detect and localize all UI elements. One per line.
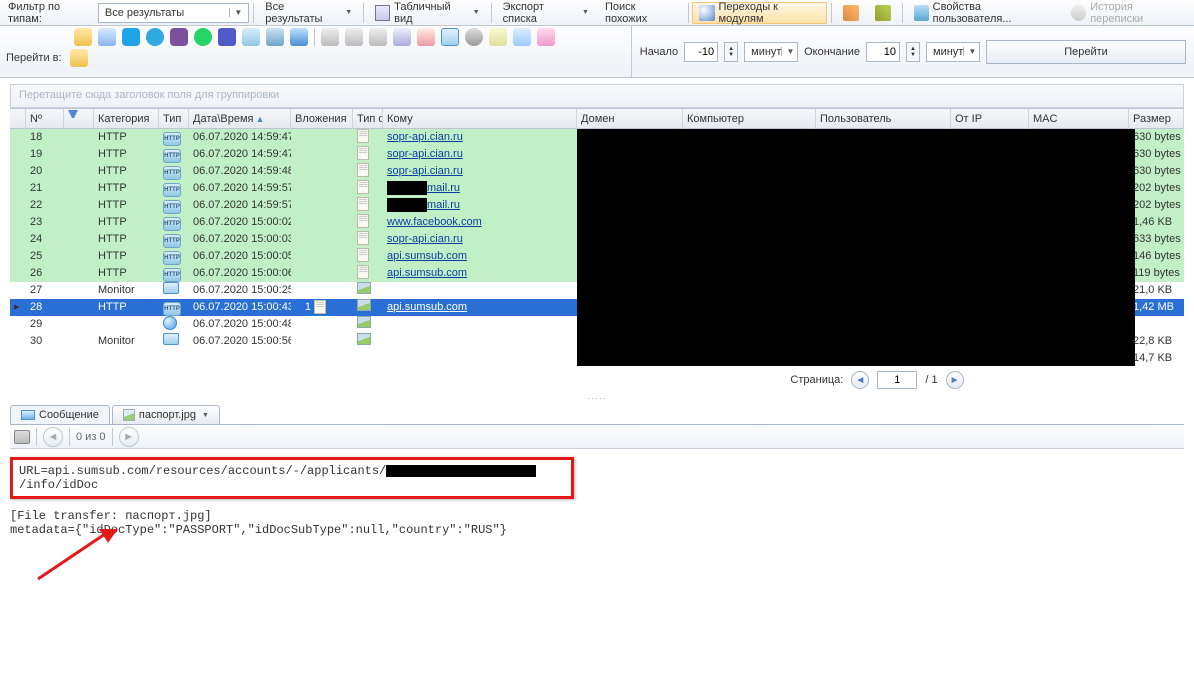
modules-icon: [699, 5, 714, 21]
live-icon[interactable]: [537, 28, 555, 46]
col-category[interactable]: Категория: [94, 109, 159, 129]
keylogger-icon[interactable]: [417, 28, 435, 46]
group-bar[interactable]: Перетащите сюда заголовок поля для групп…: [10, 84, 1184, 108]
picture-icon: [123, 409, 135, 421]
webcam-icon[interactable]: [465, 28, 483, 46]
next-page-button[interactable]: ►: [946, 371, 964, 389]
whatsapp-icon[interactable]: [194, 28, 212, 46]
export-list-button[interactable]: Экспорт списка▼: [496, 2, 596, 24]
ftp-icon[interactable]: [266, 28, 284, 46]
data-grid: Nº Категория Тип Дата\Время▲ Вложения Ти…: [10, 108, 1184, 367]
secondary-toolbar: Перейти в: Начало ▲▼ минут▼ Окончание ▲▼…: [0, 26, 1194, 78]
grid-body: 18HTTPHTTP06.07.2020 14:59:47sopr-api.ci…: [10, 129, 1184, 367]
all-results-button[interactable]: Все результаты▼: [258, 2, 359, 24]
col-pin[interactable]: [64, 109, 94, 129]
pin-icon: [68, 110, 78, 122]
skype-icon[interactable]: [122, 28, 140, 46]
start-unit-combo[interactable]: минут▼: [744, 42, 798, 62]
col-size[interactable]: Размер: [1129, 109, 1184, 129]
col-filetype[interactable]: Тип фа: [353, 109, 383, 129]
col-attachments[interactable]: Вложения: [291, 109, 353, 129]
grid-icon: [375, 5, 390, 21]
userlink-icon: [875, 5, 891, 21]
col-type[interactable]: Тип: [159, 109, 189, 129]
nav-back-button[interactable]: ◄: [43, 427, 63, 447]
end-spinner[interactable]: ▲▼: [906, 42, 920, 62]
time-range: Начало ▲▼ минут▼ Окончание ▲▼ минут▼ Пер…: [631, 26, 1194, 77]
module-icons: [6, 28, 625, 46]
user-links-b[interactable]: [868, 2, 898, 24]
detail-toolbar: ◄ 0 из 0 ►: [10, 425, 1184, 449]
start-label: Начало: [640, 46, 678, 58]
col-num[interactable]: Nº: [26, 109, 64, 129]
sort-asc-icon: ▲: [256, 114, 265, 124]
clipboard-icon[interactable]: [393, 28, 411, 46]
grid-header: Nº Категория Тип Дата\Время▲ Вложения Ти…: [10, 109, 1184, 129]
col-mac[interactable]: MAC: [1029, 109, 1129, 129]
url-suffix: /info/idDoc: [19, 478, 98, 492]
go-button[interactable]: Перейти: [986, 40, 1186, 64]
usb-icon[interactable]: [321, 28, 339, 46]
tab-file[interactable]: паспорт.jpg▼: [112, 405, 220, 424]
devices-icon[interactable]: [345, 28, 363, 46]
col-datetime[interactable]: Дата\Время▲: [189, 109, 291, 129]
viber-icon[interactable]: [170, 28, 188, 46]
goto-modules-button[interactable]: Переходы к модулям: [692, 2, 826, 24]
user-icon: [914, 5, 929, 21]
col-domain[interactable]: Домен: [577, 109, 683, 129]
end-value-input[interactable]: [866, 42, 900, 62]
print-button[interactable]: [14, 430, 30, 444]
history-icon: [1071, 5, 1086, 21]
end-label: Окончание: [804, 46, 860, 58]
col-computer[interactable]: Компьютер: [683, 109, 816, 129]
print-icon[interactable]: [369, 28, 387, 46]
filter-label: Фильтр по типам:: [4, 1, 96, 25]
col-fromip[interactable]: От IP: [951, 109, 1029, 129]
annotation-arrow: [28, 529, 128, 589]
table-view-button[interactable]: Табличный вид▼: [368, 2, 487, 24]
mail-icon[interactable]: [74, 28, 92, 46]
monitor-icon[interactable]: [441, 28, 459, 46]
pager-label: Страница:: [790, 374, 843, 386]
message-icon: [21, 410, 35, 420]
main-toolbar: Фильтр по типам: Все результаты ▼ Все ре…: [0, 0, 1194, 26]
col-user[interactable]: Пользователь: [816, 109, 951, 129]
user-links-a[interactable]: [836, 2, 866, 24]
userlink-icon: [843, 5, 859, 21]
chevron-down-icon: ▼: [229, 8, 246, 17]
splitter[interactable]: ·····: [0, 393, 1194, 401]
start-spinner[interactable]: ▲▼: [724, 42, 738, 62]
result-count: 0 из 0: [76, 431, 106, 443]
detail-tabs: Сообщение паспорт.jpg▼: [10, 405, 1184, 425]
tab-message[interactable]: Сообщение: [10, 405, 110, 424]
col-to[interactable]: Кому: [383, 109, 577, 129]
metadata-line: metadata={"idDocType":"PASSPORT","idDocS…: [10, 523, 1184, 537]
user-properties-button[interactable]: Свойства пользователя...: [907, 2, 1063, 24]
cloud-icon[interactable]: [290, 28, 308, 46]
page-input[interactable]: [877, 371, 917, 389]
pager: Страница: ◄ / 1 ►: [10, 367, 1184, 393]
goto-label: Перейти в:: [6, 52, 62, 64]
start-value-input[interactable]: [684, 42, 718, 62]
goto-target-icon[interactable]: [70, 49, 88, 67]
http-icon[interactable]: [242, 28, 260, 46]
detail-content: URL=api.sumsub.com/resources/accounts/-/…: [0, 449, 1194, 545]
teams-icon[interactable]: [218, 28, 236, 46]
url-prefix: URL=api.sumsub.com/resources/accounts/-/…: [19, 464, 386, 478]
redacted-segment: [386, 465, 536, 477]
url-highlight-box: URL=api.sumsub.com/resources/accounts/-/…: [10, 457, 574, 499]
search-icon[interactable]: [513, 28, 531, 46]
im-icon[interactable]: [98, 28, 116, 46]
history-button: История переписки: [1064, 2, 1190, 24]
prev-page-button[interactable]: ◄: [851, 371, 869, 389]
files-icon[interactable]: [489, 28, 507, 46]
filter-combo[interactable]: Все результаты ▼: [98, 3, 249, 23]
redaction-overlay: [577, 129, 1135, 366]
find-similar-button[interactable]: Поиск похожих: [598, 2, 684, 24]
telegram-icon[interactable]: [146, 28, 164, 46]
end-unit-combo[interactable]: минут▼: [926, 42, 980, 62]
nav-fwd-button[interactable]: ►: [119, 427, 139, 447]
file-transfer-line: [File transfer: паспорт.jpg]: [10, 509, 1184, 523]
page-total: / 1: [925, 374, 937, 386]
